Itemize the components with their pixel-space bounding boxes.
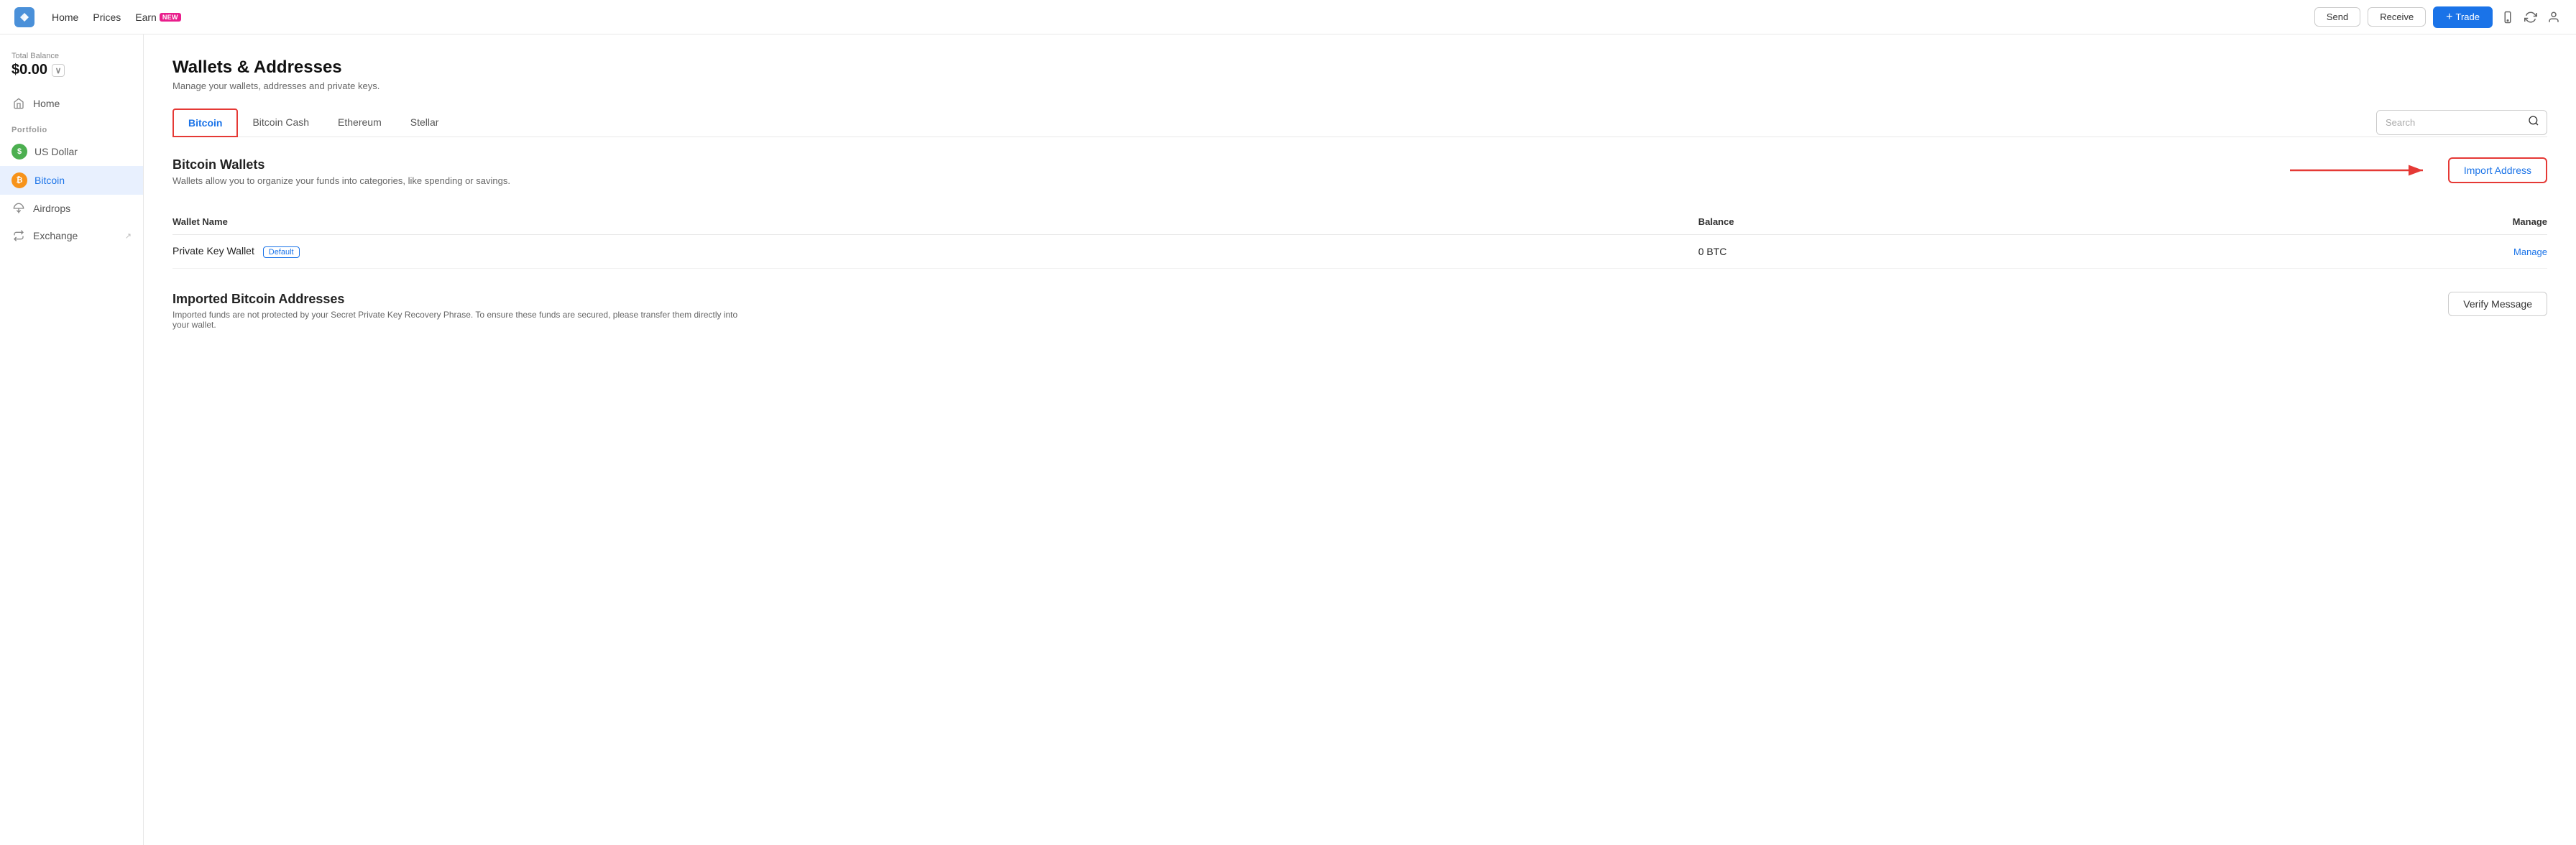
sidebar-item-usdollar[interactable]: $ US Dollar — [0, 137, 143, 166]
wallets-section-subtitle: Wallets allow you to organize your funds… — [172, 175, 510, 186]
imported-section-title: Imported Bitcoin Addresses — [172, 292, 748, 307]
import-address-button[interactable]: Import Address — [2448, 157, 2547, 183]
usdollar-label: US Dollar — [34, 146, 132, 157]
imported-section-left: Imported Bitcoin Addresses Imported fund… — [172, 292, 748, 338]
receive-button[interactable]: Receive — [2368, 7, 2426, 27]
earn-new-badge: NEW — [160, 13, 181, 22]
search-input[interactable] — [2377, 113, 2521, 132]
import-btn-wrapper: Import Address — [2448, 157, 2547, 183]
portfolio-section-label: Portfolio — [0, 117, 143, 137]
wallet-name: Private Key Wallet — [172, 245, 254, 257]
wallets-section-header: Bitcoin Wallets Wallets allow you to org… — [172, 157, 2547, 200]
verify-message-button[interactable]: Verify Message — [2448, 292, 2547, 316]
balance-amount: $0.00 — [12, 62, 47, 78]
tab-ethereum[interactable]: Ethereum — [323, 109, 396, 137]
sidebar-item-home[interactable]: Home — [0, 90, 143, 117]
exchange-label: Exchange — [33, 230, 118, 241]
tabs-row: Bitcoin Bitcoin Cash Ethereum Stellar — [172, 108, 2547, 137]
wallet-name-cell: Private Key Wallet Default — [172, 235, 1698, 269]
imported-section-subtitle: Imported funds are not protected by your… — [172, 310, 748, 330]
top-navigation: Home Prices Earn NEW Send Receive Trade — [0, 0, 2576, 34]
home-icon — [12, 96, 26, 111]
sidebar-balance: Total Balance $0.00 ∨ — [0, 46, 143, 90]
tab-bitcoin-cash[interactable]: Bitcoin Cash — [238, 109, 323, 137]
imported-section: Imported Bitcoin Addresses Imported fund… — [172, 292, 2547, 338]
page-title: Wallets & Addresses — [172, 57, 2547, 78]
balance-chevron[interactable]: ∨ — [52, 64, 65, 77]
mobile-icon[interactable] — [2500, 9, 2516, 25]
sidebar-item-exchange[interactable]: Exchange ↗ — [0, 222, 143, 249]
nav-links: Home Prices Earn NEW — [52, 11, 181, 23]
wallet-balance-cell: 0 BTC — [1698, 235, 2129, 269]
nav-home[interactable]: Home — [52, 11, 78, 23]
airdrops-label: Airdrops — [33, 203, 132, 214]
wallet-manage-cell[interactable]: Manage — [2129, 235, 2547, 269]
sidebar-item-bitcoin[interactable]: ₿ Bitcoin — [0, 166, 143, 195]
sidebar-item-airdrops[interactable]: Airdrops — [0, 195, 143, 222]
table-row: Private Key Wallet Default 0 BTC Manage — [172, 235, 2547, 269]
main-layout: Total Balance $0.00 ∨ Home Portfolio $ U… — [0, 0, 2576, 845]
col-header-wallet-name: Wallet Name — [172, 209, 1698, 235]
main-content: Wallets & Addresses Manage your wallets,… — [144, 34, 2576, 845]
refresh-icon[interactable] — [2523, 9, 2539, 25]
wallets-table-body: Private Key Wallet Default 0 BTC Manage — [172, 235, 2547, 269]
airdrops-icon — [12, 201, 26, 216]
balance-value: $0.00 ∨ — [12, 62, 132, 78]
nav-earn[interactable]: Earn NEW — [135, 11, 180, 23]
col-header-balance: Balance — [1698, 209, 2129, 235]
wallets-section-left: Bitcoin Wallets Wallets allow you to org… — [172, 157, 510, 200]
tab-stellar[interactable]: Stellar — [396, 109, 454, 137]
bitcoin-label: Bitcoin — [34, 175, 132, 186]
exchange-icon — [12, 228, 26, 243]
trade-button[interactable]: Trade — [2433, 6, 2493, 28]
col-header-manage: Manage — [2129, 209, 2547, 235]
page-subtitle: Manage your wallets, addresses and priva… — [172, 80, 2547, 91]
nav-earn-label: Earn — [135, 11, 157, 23]
tab-bitcoin[interactable]: Bitcoin — [172, 108, 238, 137]
balance-label: Total Balance — [12, 52, 132, 60]
default-badge: Default — [263, 246, 300, 258]
annotation-arrow — [2290, 156, 2434, 185]
wallets-section-right: Import Address — [2448, 157, 2547, 183]
dollar-icon: $ — [12, 144, 27, 160]
wallets-table-head: Wallet Name Balance Manage — [172, 209, 2547, 235]
search-button[interactable] — [2521, 111, 2547, 134]
wallets-section-title: Bitcoin Wallets — [172, 157, 510, 172]
search-box — [2376, 110, 2547, 135]
external-link-icon: ↗ — [125, 231, 132, 241]
sidebar: Total Balance $0.00 ∨ Home Portfolio $ U… — [0, 34, 144, 845]
user-icon[interactable] — [2546, 9, 2562, 25]
bitcoin-icon: ₿ — [12, 172, 27, 188]
send-button[interactable]: Send — [2314, 7, 2360, 27]
wallets-table: Wallet Name Balance Manage Private Key W… — [172, 209, 2547, 269]
home-label: Home — [33, 98, 132, 109]
topnav-right: Send Receive Trade — [2314, 6, 2562, 28]
app-logo[interactable] — [14, 7, 34, 27]
nav-prices[interactable]: Prices — [93, 11, 121, 23]
